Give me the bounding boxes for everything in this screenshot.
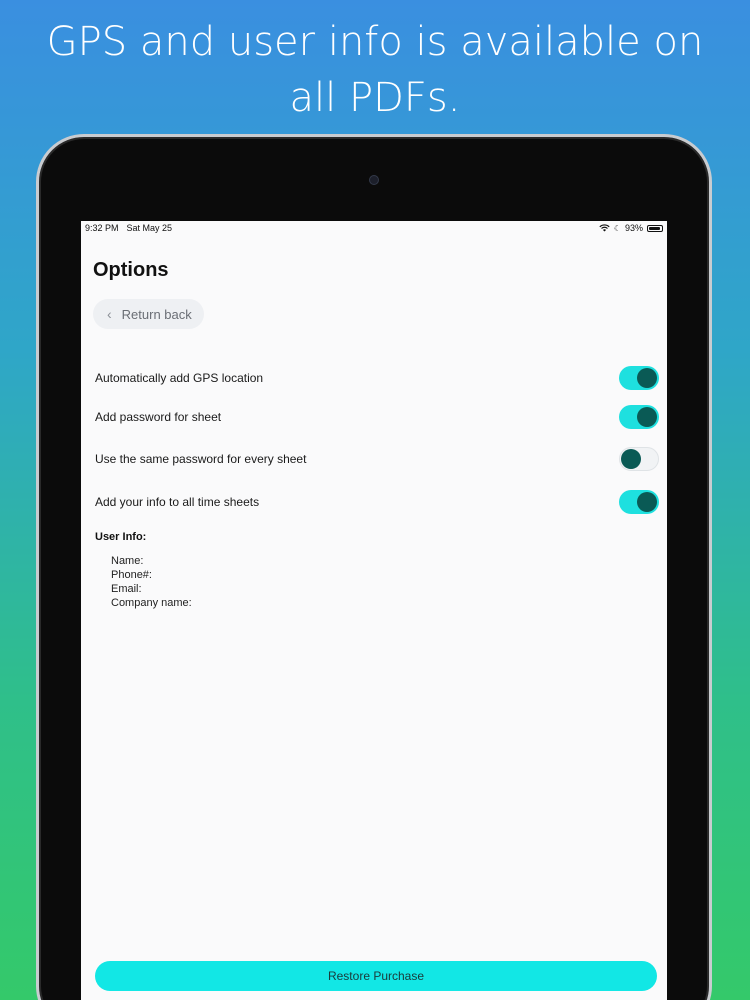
- user-info-toggle[interactable]: [619, 490, 659, 514]
- front-camera-icon: [369, 175, 379, 185]
- moon-icon: ☾: [613, 223, 621, 233]
- battery-percent: 93%: [624, 223, 643, 233]
- status-date: Sat May 25: [126, 223, 173, 233]
- chevron-left-icon: ‹: [107, 306, 112, 322]
- toggle-knob: [621, 449, 641, 469]
- tablet-device-frame: 9:32 PM Sat May 25 ☾ 93% Options ‹ Retur…: [36, 134, 712, 1000]
- gps-toggle[interactable]: [619, 366, 659, 390]
- return-back-label: Return back: [121, 306, 192, 322]
- status-right: ☾ 93%: [599, 223, 663, 233]
- app-screen: 9:32 PM Sat May 25 ☾ 93% Options ‹ Retur…: [81, 221, 667, 1000]
- user-info-fields: Name: Phone#: Email: Company name:: [111, 554, 192, 610]
- setting-label: Use the same password for every sheet: [95, 452, 307, 466]
- battery-fill: [649, 226, 661, 230]
- restore-purchase-button[interactable]: Restore Purchase: [95, 961, 657, 991]
- promo-headline: GPS and user info is available on all PD…: [46, 19, 704, 121]
- user-info-email: Email:: [111, 583, 142, 595]
- setting-label: Automatically add GPS location: [95, 371, 264, 385]
- wifi-icon: [599, 224, 610, 232]
- toggle-knob: [637, 368, 657, 388]
- toggle-knob: [637, 492, 657, 512]
- same-password-toggle[interactable]: [619, 447, 659, 471]
- status-bar: 9:32 PM Sat May 25 ☾ 93%: [81, 221, 667, 235]
- user-info-name: Name:: [111, 555, 144, 567]
- setting-label: Add password for sheet: [95, 410, 222, 424]
- setting-row-same-password: Use the same password for every sheet: [95, 444, 659, 474]
- return-back-button[interactable]: ‹ Return back: [93, 299, 204, 329]
- password-toggle[interactable]: [619, 405, 659, 429]
- setting-row-gps: Automatically add GPS location: [95, 363, 659, 393]
- user-info-phone: Phone#:: [111, 569, 152, 581]
- setting-label: Add your info to all time sheets: [95, 495, 260, 509]
- setting-row-password: Add password for sheet: [95, 402, 659, 432]
- user-info-heading: User Info:: [95, 531, 147, 543]
- battery-icon: [647, 224, 663, 232]
- setting-row-user-info: Add your info to all time sheets: [95, 487, 659, 517]
- page-title: Options: [93, 259, 169, 281]
- toggle-knob: [637, 407, 657, 427]
- status-time: 9:32 PM: [85, 223, 119, 233]
- user-info-company: Company name:: [111, 597, 192, 609]
